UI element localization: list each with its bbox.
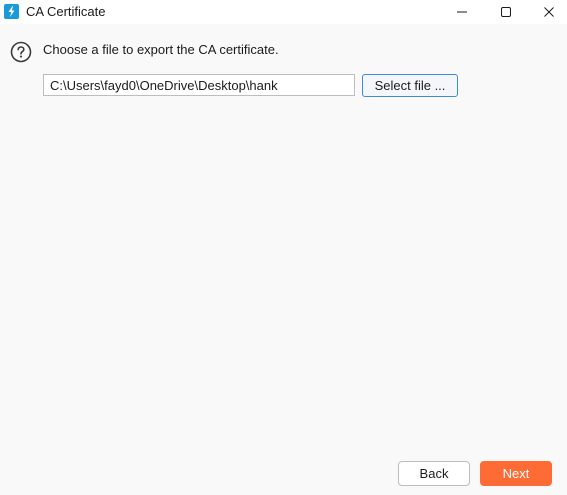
- minimize-button[interactable]: [440, 0, 484, 24]
- minimize-icon: [457, 11, 467, 13]
- file-path-input[interactable]: [43, 74, 355, 96]
- maximize-icon: [501, 7, 511, 17]
- next-button[interactable]: Next: [480, 461, 552, 486]
- back-button[interactable]: Back: [398, 461, 470, 486]
- instruction-text: Choose a file to export the CA certifica…: [43, 42, 279, 57]
- dialog-window: CA Certificate Choose a file to export t…: [0, 0, 567, 495]
- title-bar[interactable]: CA Certificate: [0, 0, 567, 24]
- close-icon: [544, 7, 554, 17]
- lightning-bolt-icon: [4, 4, 19, 19]
- maximize-button[interactable]: [484, 0, 528, 24]
- window-title: CA Certificate: [26, 4, 106, 19]
- close-button[interactable]: [527, 0, 567, 24]
- question-circle-icon: [10, 41, 32, 63]
- select-file-button[interactable]: Select file ...: [362, 74, 458, 97]
